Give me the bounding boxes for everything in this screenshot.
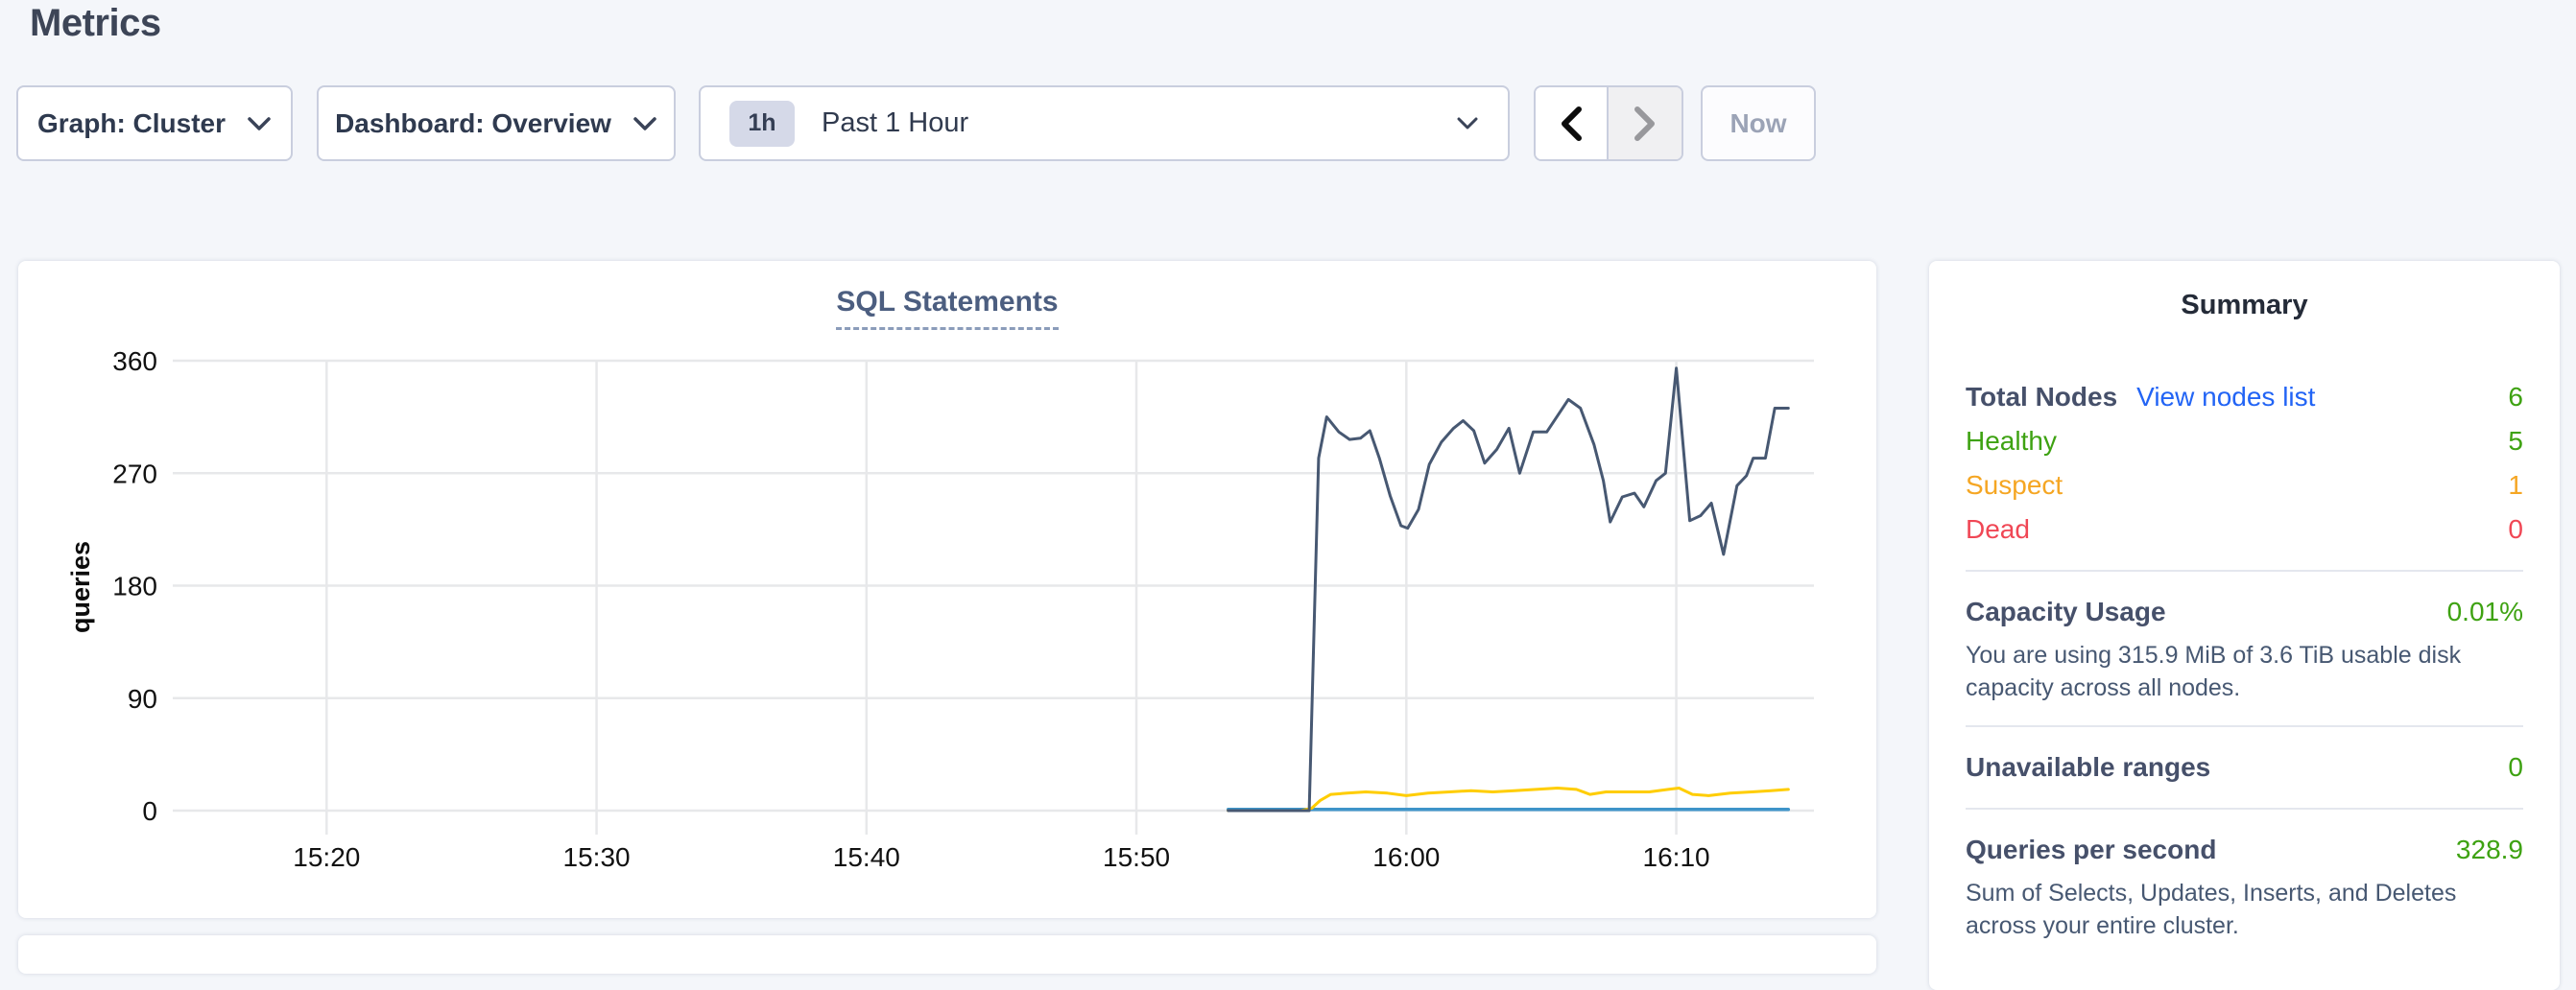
- chevron-left-icon: [1559, 106, 1584, 142]
- sql-statements-chart: 0 90 180 270 360 15:20 15:30 15:40 15:50 16:00 16:…: [18, 261, 1876, 918]
- svg-text:90: 90: [128, 684, 157, 714]
- queries-per-second-value: 328.9: [2456, 835, 2523, 865]
- next-chart-card: [18, 935, 1876, 974]
- chevron-right-icon: [1633, 106, 1658, 142]
- time-range-badge: 1h: [729, 101, 795, 147]
- queries-per-second-row: Queries per second 328.9: [1966, 828, 2523, 872]
- healthy-nodes-row: Healthy 5: [1966, 419, 2523, 463]
- time-step-button-group: [1534, 85, 1683, 161]
- suspect-nodes-row: Suspect 1: [1966, 463, 2523, 507]
- total-nodes-value: 6: [2508, 382, 2523, 412]
- svg-text:15:30: 15:30: [563, 842, 631, 872]
- view-nodes-list-link[interactable]: View nodes list: [2136, 382, 2315, 412]
- unavailable-ranges-value: 0: [2508, 752, 2523, 783]
- svg-text:0: 0: [142, 796, 157, 826]
- unavailable-ranges-label: Unavailable ranges: [1966, 752, 2210, 783]
- queries-per-second-description: Sum of Selects, Updates, Inserts, and De…: [1966, 877, 2523, 942]
- dead-nodes-label: Dead: [1966, 514, 2030, 545]
- queries-per-second-label: Queries per second: [1966, 835, 2216, 865]
- dead-nodes-value: 0: [2508, 514, 2523, 545]
- unavailable-ranges-row: Unavailable ranges 0: [1966, 745, 2523, 790]
- graph-dropdown[interactable]: Graph: Cluster: [16, 85, 293, 161]
- page-title: Metrics: [30, 2, 161, 45]
- divider: [1966, 570, 2523, 572]
- svg-text:16:00: 16:00: [1372, 842, 1440, 872]
- divider: [1966, 808, 2523, 810]
- time-range-label: Past 1 Hour: [822, 107, 968, 139]
- total-nodes-label: Total Nodes: [1966, 382, 2117, 412]
- summary-title: Summary: [1966, 290, 2523, 321]
- suspect-nodes-value: 1: [2508, 470, 2523, 501]
- chevron-down-icon: [247, 116, 272, 131]
- summary-panel: Summary Total Nodes View nodes list 6 He…: [1929, 261, 2560, 990]
- sql-statements-chart-card: SQL Statements 09018027036015:2015:3015:…: [18, 261, 1876, 918]
- now-button[interactable]: Now: [1701, 85, 1816, 161]
- healthy-nodes-label: Healthy: [1966, 426, 2057, 457]
- svg-text:270: 270: [112, 459, 157, 488]
- capacity-usage-row: Capacity Usage 0.01%: [1966, 590, 2523, 634]
- suspect-nodes-label: Suspect: [1966, 470, 2063, 501]
- dashboard-dropdown-label: Dashboard: Overview: [335, 108, 611, 139]
- healthy-nodes-value: 5: [2508, 426, 2523, 457]
- capacity-usage-description: You are using 315.9 MiB of 3.6 TiB usabl…: [1966, 639, 2523, 704]
- total-nodes-row: Total Nodes View nodes list 6: [1966, 375, 2523, 419]
- previous-timeframe-button[interactable]: [1536, 87, 1609, 159]
- next-timeframe-button[interactable]: [1609, 87, 1682, 159]
- capacity-usage-label: Capacity Usage: [1966, 597, 2166, 627]
- svg-text:15:20: 15:20: [293, 842, 360, 872]
- divider: [1966, 725, 2523, 727]
- capacity-usage-value: 0.01%: [2447, 597, 2523, 627]
- chevron-down-icon: [632, 116, 657, 131]
- chevron-down-icon: [1456, 116, 1479, 130]
- svg-text:queries: queries: [66, 541, 95, 633]
- svg-text:180: 180: [112, 572, 157, 601]
- dead-nodes-row: Dead 0: [1966, 507, 2523, 552]
- svg-text:15:40: 15:40: [833, 842, 900, 872]
- svg-text:360: 360: [112, 346, 157, 376]
- dashboard-dropdown[interactable]: Dashboard: Overview: [317, 85, 676, 161]
- time-range-dropdown[interactable]: 1h Past 1 Hour: [699, 85, 1510, 161]
- graph-dropdown-label: Graph: Cluster: [37, 108, 226, 139]
- metrics-toolbar: Graph: Cluster Dashboard: Overview 1h Pa…: [0, 85, 2576, 161]
- svg-text:16:10: 16:10: [1643, 842, 1710, 872]
- svg-text:15:50: 15:50: [1103, 842, 1170, 872]
